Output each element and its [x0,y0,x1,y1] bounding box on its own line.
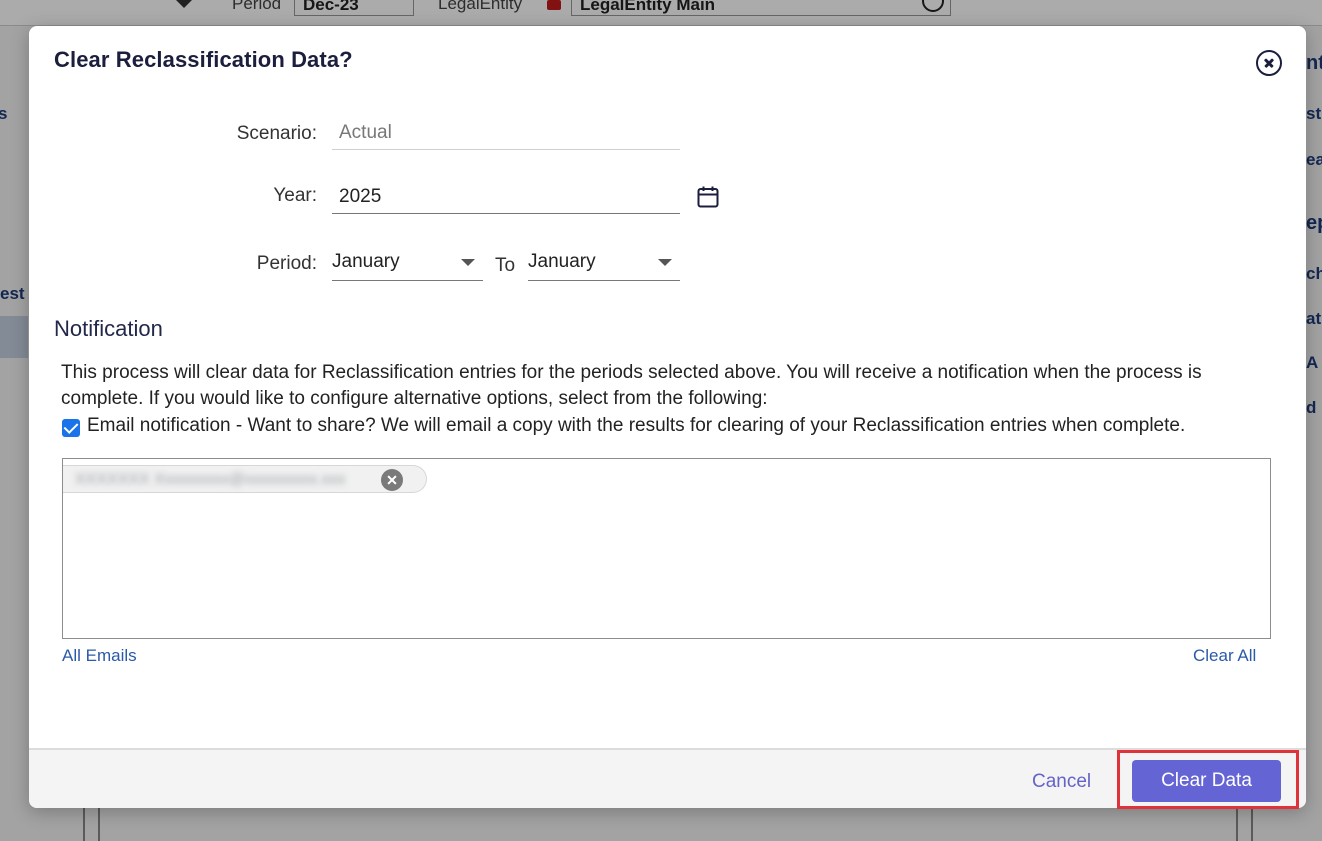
email-chip: XXXXXXX Xxxxxxxxx@xxxxxxxxx.xxx [63,465,427,493]
remove-email-icon[interactable] [381,469,403,491]
period-to-value: January [528,251,596,272]
chevron-down-icon [461,259,475,266]
year-label: Year: [273,185,317,206]
highlight-box [1117,750,1299,809]
email-notification-label[interactable]: Email notification - Want to share? We w… [87,415,1185,437]
period-to-select[interactable]: January [528,249,680,281]
notification-description: This process will clear data for Reclass… [61,362,1202,409]
email-notification-checkbox[interactable] [62,419,80,437]
period-from-select[interactable]: January [332,249,483,281]
clear-all-link[interactable]: Clear All [1193,646,1256,666]
cancel-button[interactable]: Cancel [1032,771,1091,793]
period-from-value: January [332,251,400,272]
period-label: Period: [256,253,317,274]
email-recipients-input[interactable]: XXXXXXX Xxxxxxxxx@xxxxxxxxx.xxx [62,458,1271,639]
chevron-down-icon [658,259,672,266]
scenario-label: Scenario: [236,123,317,144]
clear-reclassification-dialog: Clear Reclassification Data? Scenario: Y… [29,26,1306,808]
close-icon[interactable] [1256,50,1282,76]
dialog-footer: Cancel Clear Data [29,748,1306,808]
period-to-label: To [495,255,516,276]
notification-heading: Notification [54,316,163,341]
email-chip-text: XXXXXXX Xxxxxxxxx@xxxxxxxxx.xxx [75,471,346,488]
year-input[interactable] [332,180,680,214]
scenario-field [332,116,680,150]
calendar-icon[interactable] [696,185,720,209]
dialog-title: Clear Reclassification Data? [54,47,353,72]
all-emails-link[interactable]: All Emails [62,646,137,666]
